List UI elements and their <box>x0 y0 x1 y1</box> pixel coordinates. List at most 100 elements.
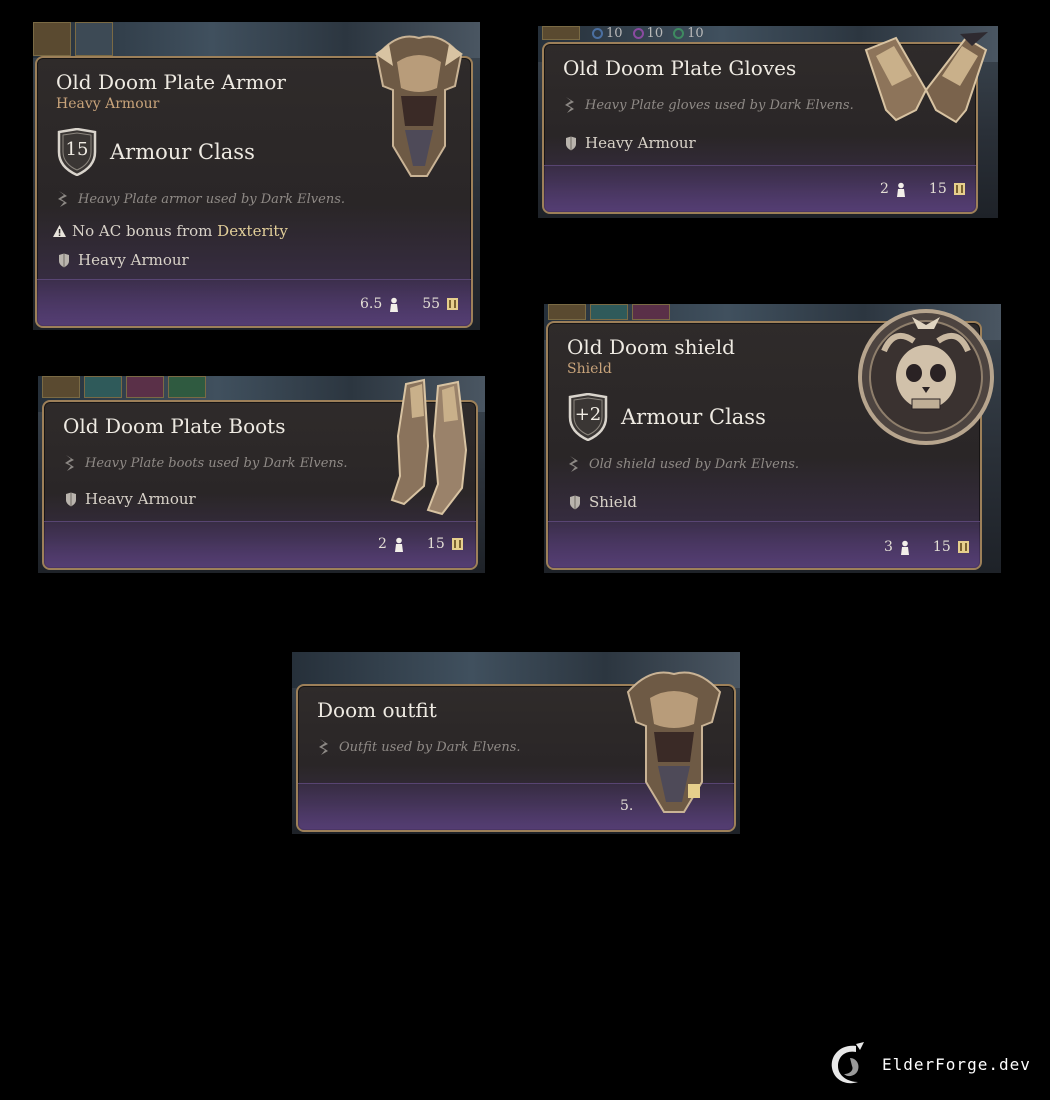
ring-icon <box>592 27 603 39</box>
dexterity-warning: No AC bonus from Dexterity <box>52 222 288 240</box>
description-quill-icon <box>58 191 67 207</box>
weight-icon <box>896 182 905 197</box>
shield-tooltip-card: Old Doom shield Shield +2 Armour Class O… <box>546 309 994 570</box>
weight-value: 6.5 <box>360 296 383 312</box>
inventory-slot[interactable] <box>548 304 586 320</box>
gold-coin-icon <box>957 541 969 553</box>
item-description: Heavy Plate gloves used by Dark Elvens. <box>563 96 854 114</box>
armour-class-shield-icon: +2 <box>567 393 609 441</box>
inventory-slots <box>548 304 670 320</box>
proficiency-text: Heavy Armour <box>78 251 189 269</box>
warning-text: No AC bonus from <box>72 222 218 240</box>
item-stats: 6.5 55 <box>360 296 459 312</box>
item-type: Shield <box>567 361 612 377</box>
stat-chip: 10 <box>632 26 663 41</box>
description-quill-icon <box>65 455 74 471</box>
weight-value: 2 <box>880 181 889 197</box>
armour-class-row: 15 Armour Class <box>56 128 255 176</box>
inventory-slots <box>33 22 113 56</box>
armour-proficiency-icon <box>59 253 69 267</box>
inventory-slot[interactable] <box>42 376 80 398</box>
armor-tooltip-card: Old Doom Plate Armor Heavy Armour 15 Arm… <box>35 35 473 328</box>
inventory-slot[interactable] <box>632 304 670 320</box>
price-value: 15 <box>932 539 951 555</box>
stat-chip: 10 <box>673 26 704 41</box>
top-stat-chips: 10 10 10 <box>542 26 714 41</box>
armour-class-label: Armour Class <box>621 405 766 429</box>
item-title: Doom outfit <box>317 698 437 722</box>
gold-coin-icon <box>953 183 965 195</box>
gloves-tooltip-card: Old Doom Plate Gloves Heavy Plate gloves… <box>542 32 988 214</box>
ring-icon <box>632 27 644 39</box>
item-description: Old shield used by Dark Elvens. <box>567 455 799 473</box>
ring-icon <box>673 27 685 39</box>
gold-coin-icon <box>451 538 463 550</box>
proficiency-text: Heavy Armour <box>585 134 696 152</box>
description-text: Heavy Plate boots used by Dark Elvens. <box>85 455 348 471</box>
price-value: 15 <box>426 536 445 552</box>
proficiency-text: Heavy Armour <box>85 490 196 508</box>
gloves-tooltip-panel: 10 10 10 Old Doom Plate Gloves Heavy Pla… <box>538 26 998 218</box>
item-description: Heavy Plate boots used by Dark Elvens. <box>63 454 348 472</box>
armour-proficiency-icon <box>570 495 580 509</box>
description-text: Heavy Plate armor used by Dark Elvens. <box>78 191 346 207</box>
armour-class-shield-icon: 15 <box>56 128 98 176</box>
weight-icon <box>394 537 403 552</box>
elderforge-watermark: ElderForge.dev <box>826 1040 1031 1088</box>
armour-class-label: Armour Class <box>110 140 255 164</box>
item-type: Heavy Armour <box>56 96 160 112</box>
stat-chip: 10 <box>592 26 623 41</box>
shield-tooltip-panel: Old Doom shield Shield +2 Armour Class O… <box>544 304 1001 573</box>
watermark-text: ElderForge.dev <box>882 1054 1031 1074</box>
weight-value: 3 <box>884 539 893 555</box>
inventory-slot[interactable] <box>33 22 71 56</box>
outfit-image <box>626 671 722 813</box>
description-text: Outfit used by Dark Elvens. <box>339 739 521 755</box>
plate-armor-image <box>375 35 463 177</box>
warning-icon <box>53 225 66 237</box>
price-value: 15 <box>928 181 947 197</box>
item-title: Old Doom shield <box>567 335 735 359</box>
description-quill-icon <box>319 739 328 755</box>
description-text: Heavy Plate gloves used by Dark Elvens. <box>585 97 854 113</box>
inventory-slot[interactable] <box>168 376 206 398</box>
outfit-tooltip-card: Doom outfit Outfit used by Dark Elvens. … <box>296 671 736 832</box>
dragon-logo-icon <box>831 1042 864 1084</box>
plate-boots-image <box>390 378 468 516</box>
weight-icon <box>390 297 399 312</box>
armour-proficiency-icon <box>66 492 76 506</box>
plate-gloves-image <box>864 32 988 124</box>
inventory-slot[interactable] <box>75 22 113 56</box>
proficiency-row: Heavy Armour <box>58 251 189 269</box>
dexterity-link[interactable]: Dexterity <box>217 222 288 240</box>
description-quill-icon <box>565 97 574 113</box>
inventory-slot[interactable] <box>590 304 628 320</box>
armour-class-value: 15 <box>65 139 89 160</box>
inventory-slot[interactable] <box>542 26 580 40</box>
proficiency-row: Heavy Armour <box>565 134 696 152</box>
proficiency-row: Shield <box>569 493 637 511</box>
item-title: Old Doom Plate Gloves <box>563 56 797 80</box>
armour-class-value: +2 <box>574 404 602 425</box>
inventory-slot[interactable] <box>84 376 122 398</box>
weight-icon <box>900 540 909 555</box>
proficiency-row: Heavy Armour <box>65 490 196 508</box>
inventory-slot[interactable] <box>126 376 164 398</box>
item-title: Old Doom Plate Armor <box>56 70 286 94</box>
item-description: Heavy Plate armor used by Dark Elvens. <box>56 190 345 208</box>
proficiency-text: Shield <box>589 493 638 511</box>
weight-value: 2 <box>378 536 387 552</box>
outfit-tooltip-panel: Doom outfit Outfit used by Dark Elvens. … <box>292 652 740 834</box>
inventory-slots <box>42 376 206 398</box>
armour-class-row: +2 Armour Class <box>567 393 766 441</box>
gold-coin-icon <box>447 298 459 310</box>
price-value: 55 <box>422 296 441 312</box>
description-quill-icon <box>569 456 578 472</box>
armour-proficiency-icon <box>566 136 576 150</box>
item-stats: 3 15 <box>884 539 970 555</box>
skull-shield-image <box>858 309 994 445</box>
description-text: Old shield used by Dark Elvens. <box>589 456 800 472</box>
item-stats: 2 15 <box>378 536 464 552</box>
item-title: Old Doom Plate Boots <box>63 414 286 438</box>
armor-tooltip-panel: Old Doom Plate Armor Heavy Armour 15 Arm… <box>33 22 480 330</box>
